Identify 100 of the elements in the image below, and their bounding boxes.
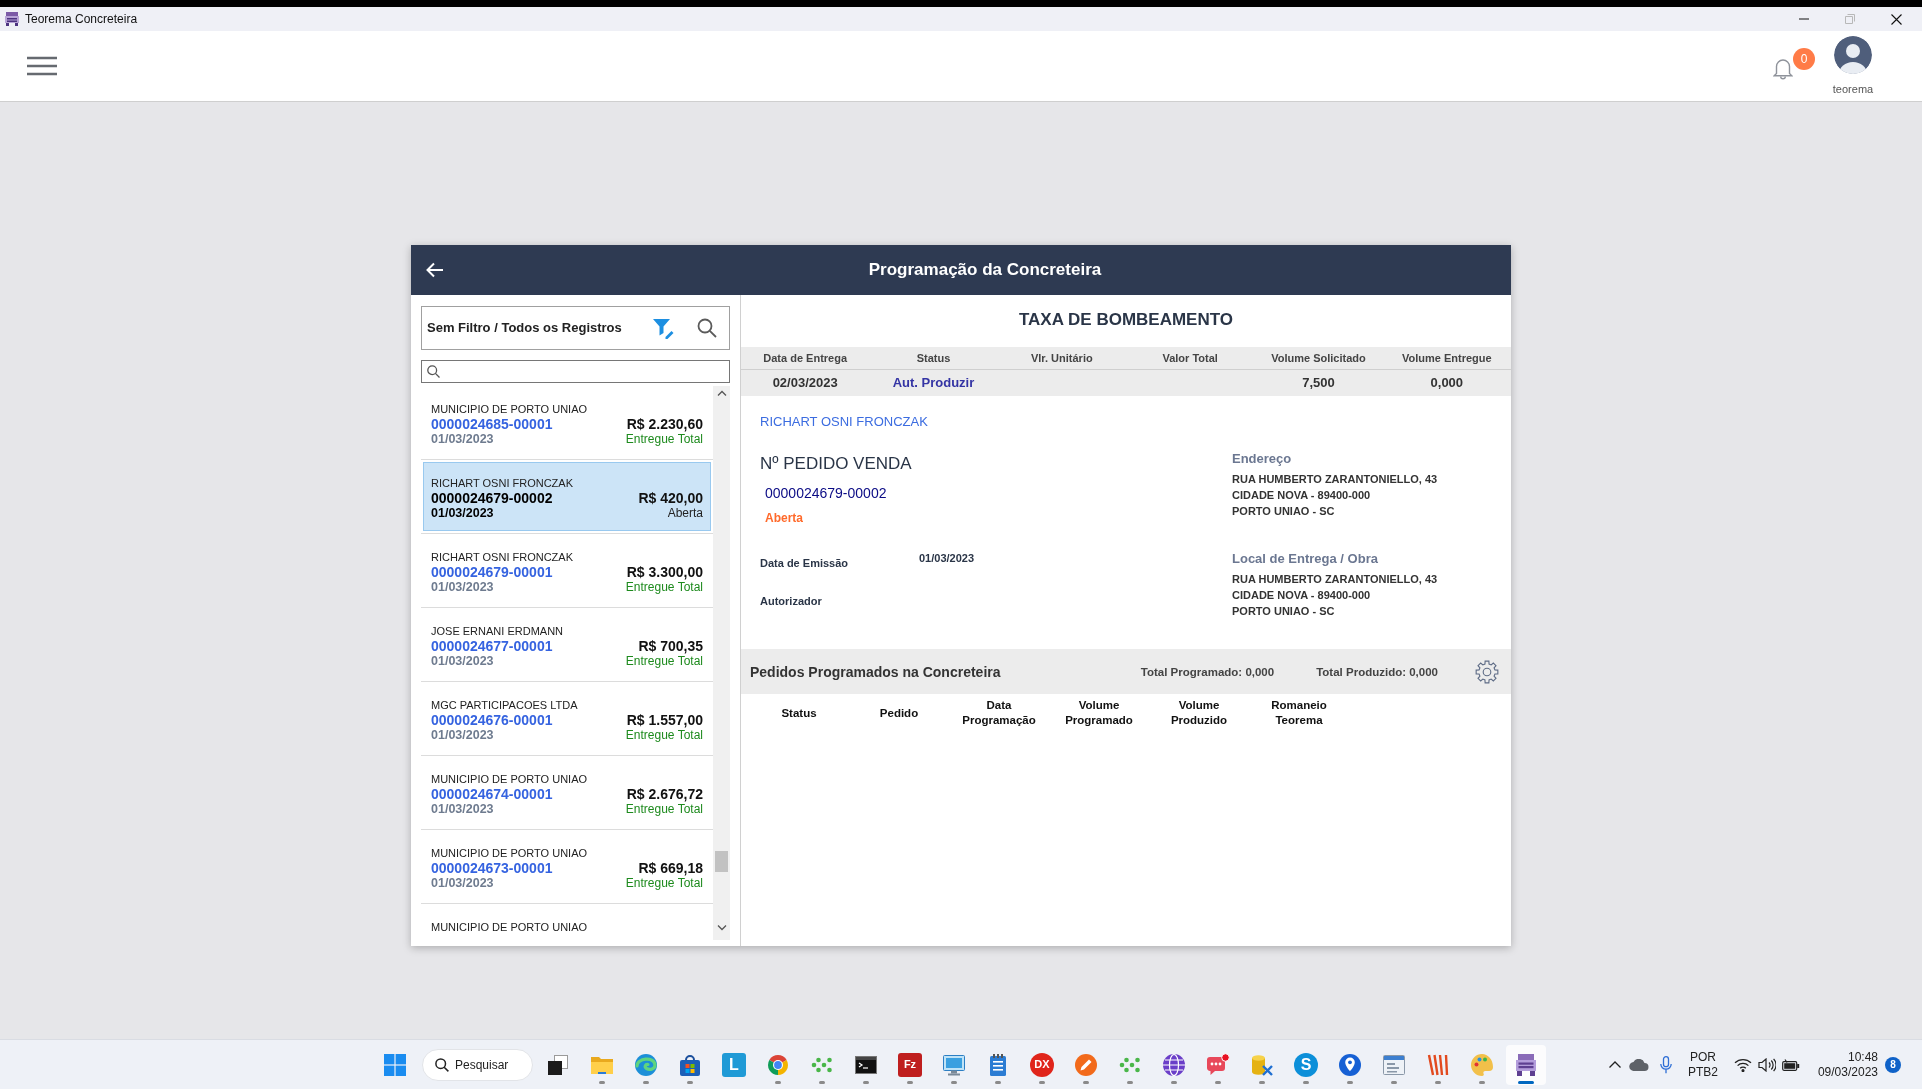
pen-disc-icon xyxy=(1074,1052,1098,1077)
column-header: Volume Solicitado xyxy=(1271,351,1366,365)
scrollbar-thumb[interactable] xyxy=(715,851,728,872)
field-label: Data de Emissão xyxy=(760,557,849,569)
customer-name: MUNICIPIO DE PORTO UNIAO xyxy=(431,772,588,787)
back-arrow-icon xyxy=(426,262,444,278)
menu-button[interactable] xyxy=(27,55,57,77)
order-number: 0000024677-00001 xyxy=(431,639,553,654)
order-status: Entregue Total xyxy=(625,432,703,447)
cylinder-cross-icon xyxy=(1250,1052,1274,1077)
window-title: Teorema Concreteira xyxy=(25,11,138,27)
search-button[interactable] xyxy=(697,318,717,338)
order-status: Entregue Total xyxy=(625,580,703,595)
order-status: Aberta xyxy=(667,506,703,521)
monitor-icon xyxy=(942,1052,966,1077)
user-avatar[interactable] xyxy=(1834,36,1872,74)
table-cell: 7,500 xyxy=(1302,375,1335,391)
address-line: RUA HUMBERTO ZARANTONIELLO, 43 xyxy=(1232,472,1438,487)
table-cell: 02/03/2023 xyxy=(772,375,838,391)
scroll-up-icon[interactable] xyxy=(716,390,727,396)
order-amount: R$ 669,18 xyxy=(638,861,703,876)
order-number: 0000024679-00002 xyxy=(765,484,887,502)
filter-label: Sem Filtro / Todos os Registros xyxy=(427,320,622,336)
order-amount: R$ 2.230,60 xyxy=(626,417,703,432)
order-number: 0000024679-00001 xyxy=(431,565,553,580)
taskbar-app-button[interactable] xyxy=(1506,1044,1546,1085)
cloud-icon[interactable] xyxy=(1629,1058,1649,1071)
microphone-icon[interactable] xyxy=(1660,1055,1672,1074)
notification-count[interactable]: 8 xyxy=(1885,1056,1901,1073)
wifi-icon[interactable] xyxy=(1734,1057,1752,1072)
address-title: Local de Entrega / Obra xyxy=(1232,550,1378,568)
taskbar-app-button[interactable]: DX xyxy=(1022,1044,1062,1085)
search-icon xyxy=(435,1057,449,1072)
settings-button[interactable] xyxy=(1475,659,1499,684)
address-title: Endereço xyxy=(1232,450,1292,468)
search-button[interactable]: Pesquisar xyxy=(422,1048,533,1081)
app-window-icon xyxy=(1382,1052,1406,1077)
total-label: Total Programado: 0,000 xyxy=(1140,664,1275,680)
notification-count: 0 xyxy=(1793,48,1815,70)
customer-name: MUNICIPIO DE PORTO UNIAO xyxy=(431,920,588,935)
order-status: Entregue Total xyxy=(625,728,703,743)
order-amount: R$ 420,00 xyxy=(638,491,703,506)
order-amount: R$ 700,35 xyxy=(638,639,703,654)
order-number: 0000024679-00002 xyxy=(431,491,553,506)
total-label: Total Produzido: 0,000 xyxy=(1316,664,1438,680)
scroll-down-icon[interactable] xyxy=(716,925,727,931)
column-header: Data Programação xyxy=(961,698,1037,728)
field-label: Autorizador xyxy=(760,595,822,607)
letter-tile-icon: L xyxy=(722,1052,746,1077)
settings-icon xyxy=(1475,659,1499,684)
section-heading: Nº PEDIDO VENDA xyxy=(760,453,912,475)
column-header: Status xyxy=(916,351,951,365)
caret-up-icon[interactable] xyxy=(1609,1061,1621,1068)
order-list-item[interactable]: RICHART OSNI FRONCZAK 0000024679-00002 01/03/2023 R$ 420,00 Aberta xyxy=(423,462,711,531)
detail-title: TAXA DE BOMBEAMENTO xyxy=(1018,309,1234,331)
field-value: 01/03/2023 xyxy=(919,551,975,566)
battery-icon[interactable] xyxy=(1782,1058,1800,1071)
table-cell: 0,000 xyxy=(1430,375,1464,391)
chat-bubble-icon xyxy=(1206,1052,1230,1077)
language-indicator[interactable]: POR PTB2 xyxy=(1683,1049,1723,1080)
address-line: RUA HUMBERTO ZARANTONIELLO, 43 xyxy=(1232,572,1438,587)
order-date: 01/03/2023 xyxy=(431,876,494,891)
customer-name: MGC PARTICIPACOES LTDA xyxy=(431,698,578,713)
clock[interactable]: 10:48 09/03/2023 xyxy=(1806,1049,1878,1080)
order-status: Entregue Total xyxy=(625,876,703,891)
palette-icon xyxy=(1470,1052,1494,1077)
minimize-icon xyxy=(1799,18,1809,20)
customer-name: JOSE ERNANI ERDMANN xyxy=(431,624,564,639)
customer-name: RICHART OSNI FRONCZAK xyxy=(431,476,573,491)
column-header: Romaneio Teorema xyxy=(1270,698,1328,728)
order-date: 01/03/2023 xyxy=(431,432,494,447)
table-cell: Aut. Produzir xyxy=(892,375,975,391)
swirl-icon xyxy=(634,1052,658,1077)
customer-name: RICHART OSNI FRONCZAK xyxy=(431,550,573,565)
app-logo-icon xyxy=(4,11,20,27)
shopping-bag-icon xyxy=(678,1052,702,1077)
avatar-icon xyxy=(1834,36,1872,74)
column-header: Valor Total xyxy=(1162,351,1218,365)
order-number: 0000024676-00001 xyxy=(431,713,553,728)
speaker-icon[interactable] xyxy=(1758,1057,1776,1072)
order-number: 0000024674-00001 xyxy=(431,787,553,802)
order-amount: R$ 2.676,72 xyxy=(626,787,703,802)
column-header: Status xyxy=(781,705,817,721)
search-icon xyxy=(697,318,717,338)
taskbar-app-button[interactable]: Fz xyxy=(890,1044,930,1085)
filter-button[interactable] xyxy=(652,317,674,339)
order-date: 01/03/2023 xyxy=(431,654,494,669)
stripes-icon xyxy=(1426,1052,1450,1077)
customer-name: RICHART OSNI FRONCZAK xyxy=(760,414,928,430)
search-field[interactable] xyxy=(421,360,730,383)
address-line: CIDADE NOVA - 89400-000 xyxy=(1232,588,1371,603)
restore-icon xyxy=(1845,14,1855,24)
menu-icon xyxy=(27,56,57,76)
order-status: Entregue Total xyxy=(625,654,703,669)
order-number: 0000024673-00001 xyxy=(431,861,553,876)
order-amount: R$ 3.300,00 xyxy=(626,565,703,580)
order-amount: R$ 1.557,00 xyxy=(626,713,703,728)
taskbar-app-button[interactable]: S xyxy=(1286,1044,1326,1085)
column-header: Volume Entregue xyxy=(1402,351,1492,365)
order-date: 01/03/2023 xyxy=(431,802,494,817)
